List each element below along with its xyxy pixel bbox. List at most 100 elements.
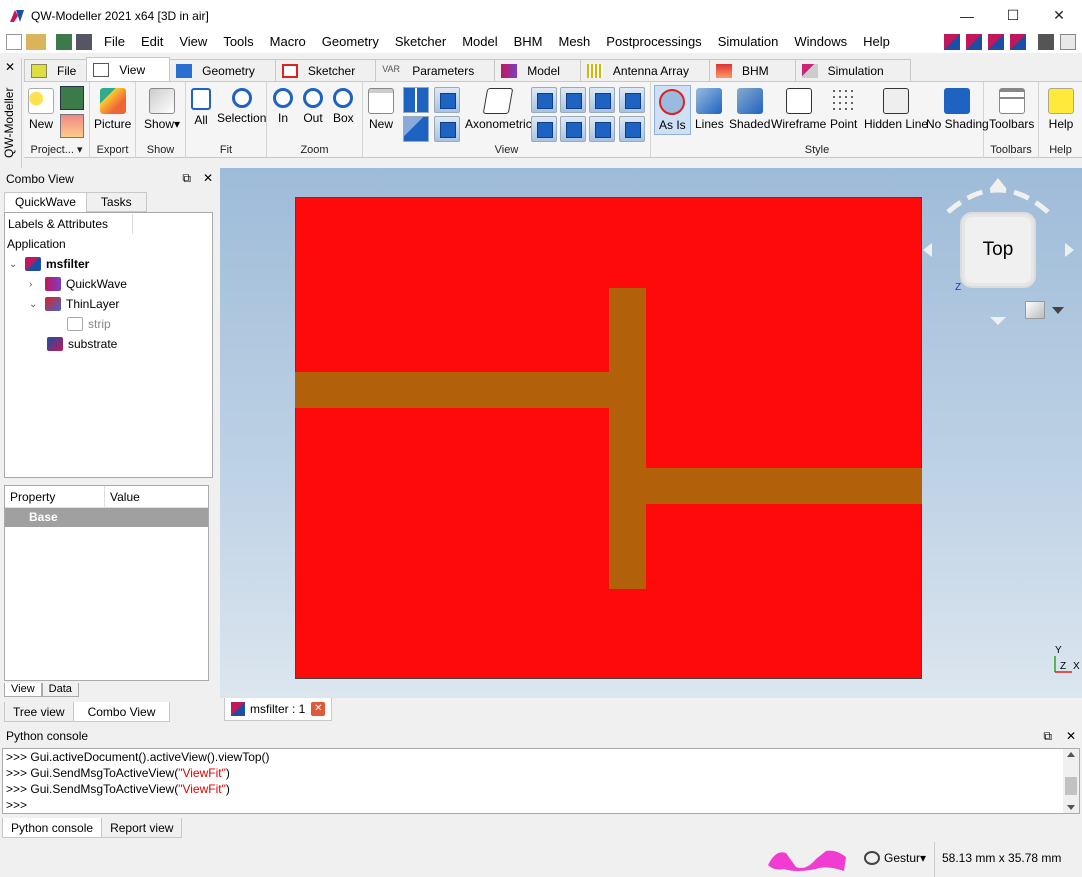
menu-tools[interactable]: Tools	[215, 31, 261, 53]
rotate-left-icon[interactable]	[619, 87, 645, 113]
tab-parameters[interactable]: VAR Parameters	[375, 59, 496, 81]
new-project-button[interactable]: New	[28, 88, 54, 131]
tile-views-icon[interactable]	[403, 116, 429, 142]
console-prompt-line[interactable]: >>>	[3, 797, 1079, 813]
tab-view-props[interactable]: View	[4, 683, 42, 697]
tab-file[interactable]: File	[24, 59, 88, 81]
group-label-project[interactable]: Project... ▾	[24, 143, 89, 156]
console-scrollbar[interactable]	[1063, 749, 1079, 813]
tab-sketcher[interactable]: Sketcher	[274, 59, 377, 81]
style-noshading-button[interactable]: No Shading	[926, 88, 989, 131]
style-hiddenline-button[interactable]: Hidden Line	[864, 88, 928, 131]
tab-tree-view[interactable]: Tree view	[4, 702, 74, 722]
split-view-icon[interactable]	[403, 87, 429, 113]
view-right-icon[interactable]	[589, 87, 615, 113]
zoom-box-button[interactable]: Box	[333, 88, 354, 125]
qw-optimizer-icon[interactable]	[1010, 34, 1026, 50]
tab-python-console[interactable]: Python console	[2, 818, 103, 838]
menu-sketcher[interactable]: Sketcher	[387, 31, 454, 53]
style-lines-button[interactable]: Lines	[695, 88, 724, 131]
fit-all-button[interactable]: All	[191, 88, 211, 127]
tab-combo-view[interactable]: Combo View	[72, 702, 171, 722]
style-shaded-button[interactable]: Shaded	[729, 88, 770, 131]
navcube-right-arrow-icon[interactable]	[1065, 243, 1074, 257]
python-console-output[interactable]: >>> Gui.activeDocument().activeView().vi…	[2, 748, 1080, 814]
qw-editor-icon[interactable]	[944, 34, 960, 50]
view-front-icon[interactable]	[531, 87, 557, 113]
tree-item-msfilter[interactable]: ⌄ msfilter	[9, 254, 89, 274]
view-3d-icon[interactable]	[434, 87, 460, 113]
tab-simulation[interactable]: Simulation	[794, 59, 911, 81]
view-top-icon[interactable]	[560, 87, 586, 113]
new-view-button[interactable]: New	[368, 88, 394, 131]
navcube-down-arrow-icon[interactable]	[990, 317, 1006, 325]
navcube-rotate-arc-icon[interactable]	[940, 176, 1056, 216]
strip-input-arm[interactable]	[295, 372, 610, 408]
menu-file[interactable]: File	[96, 31, 133, 53]
menu-help[interactable]: Help	[855, 31, 898, 53]
navcube-menu-cube-icon[interactable]	[1025, 301, 1045, 319]
document-tab-msfilter[interactable]: msfilter : 1 ✕	[224, 698, 333, 721]
navcube-left-arrow-icon[interactable]	[923, 243, 932, 257]
save-as-icon[interactable]	[76, 34, 92, 50]
style-asis-button[interactable]: As Is	[654, 85, 691, 135]
rotate-right-icon[interactable]	[619, 116, 645, 142]
menu-mesh[interactable]: Mesh	[551, 31, 599, 53]
property-group-base[interactable]: Base	[5, 508, 208, 527]
chevron-down-icon[interactable]: ⌄	[9, 259, 21, 270]
menu-postprocessings[interactable]: Postprocessings	[598, 31, 709, 53]
help-button[interactable]: Help	[1048, 88, 1074, 131]
show-button[interactable]: Show▾	[144, 88, 180, 131]
menu-model[interactable]: Model	[454, 31, 505, 53]
close-button[interactable]: ✕	[1036, 0, 1082, 31]
tab-bhm[interactable]: BHM	[708, 59, 796, 81]
tree-item-strip[interactable]: strip	[67, 314, 111, 334]
menu-view[interactable]: View	[171, 31, 215, 53]
navcube-face-top[interactable]: Top	[983, 239, 1014, 261]
fit-selection-button[interactable]: Selection	[217, 88, 266, 125]
view-left-icon[interactable]	[589, 116, 615, 142]
3d-viewport[interactable]: Top Z Y Z X	[220, 168, 1082, 698]
tab-tasks[interactable]: Tasks	[85, 192, 147, 212]
scroll-up-icon[interactable]	[1067, 752, 1075, 757]
open-folder-icon[interactable]	[26, 34, 46, 50]
close-combo-icon[interactable]: ✕	[203, 171, 213, 186]
view-bottom-icon[interactable]	[434, 116, 460, 142]
zoom-out-button[interactable]: Out	[303, 88, 323, 125]
menu-edit[interactable]: Edit	[133, 31, 171, 53]
close-console-icon[interactable]: ✕	[1066, 726, 1076, 747]
tab-view[interactable]: View	[86, 57, 171, 81]
strip-output-arm[interactable]	[646, 468, 922, 504]
maximize-button[interactable]: ☐	[990, 0, 1036, 31]
close-panel-icon[interactable]: ✕	[5, 60, 15, 74]
axonometric-button[interactable]: Axonometric	[465, 88, 532, 131]
close-tab-icon[interactable]: ✕	[311, 702, 326, 716]
save-project-icon[interactable]	[60, 86, 84, 110]
tab-antenna-array[interactable]: Antenna Array	[579, 59, 710, 81]
qw-view-icon[interactable]	[988, 34, 1004, 50]
toolbars-button[interactable]: Toolbars	[989, 88, 1034, 131]
menu-macro[interactable]: Macro	[262, 31, 314, 53]
chevron-right-icon[interactable]: ›	[29, 279, 41, 290]
style-wireframe-button[interactable]: Wireframe	[771, 88, 826, 131]
view-bottom2-icon[interactable]	[560, 116, 586, 142]
save-icon[interactable]	[56, 34, 72, 50]
tab-geometry[interactable]: Geometry	[169, 59, 276, 81]
navigation-style-selector[interactable]: Gestur▾	[864, 851, 926, 865]
navcube-menu-dropdown-icon[interactable]	[1052, 307, 1064, 314]
qw-info-icon[interactable]	[1060, 34, 1076, 50]
scroll-down-icon[interactable]	[1067, 805, 1075, 810]
scroll-thumb[interactable]	[1065, 777, 1077, 795]
tab-report-view[interactable]: Report view	[101, 818, 183, 838]
style-point-button[interactable]: Point	[830, 88, 857, 131]
zoom-in-button[interactable]: In	[273, 88, 293, 125]
view-rear-icon[interactable]	[531, 116, 557, 142]
navigation-cube[interactable]: Top	[962, 214, 1034, 286]
tab-quickwave[interactable]: QuickWave	[4, 192, 87, 212]
menu-geometry[interactable]: Geometry	[314, 31, 387, 53]
tab-model[interactable]: Model	[494, 59, 581, 81]
minimize-button[interactable]: —	[944, 0, 990, 31]
menu-bhm[interactable]: BHM	[506, 31, 551, 53]
tree-item-substrate[interactable]: substrate	[47, 334, 117, 354]
qwmr-icon[interactable]	[1038, 34, 1054, 50]
